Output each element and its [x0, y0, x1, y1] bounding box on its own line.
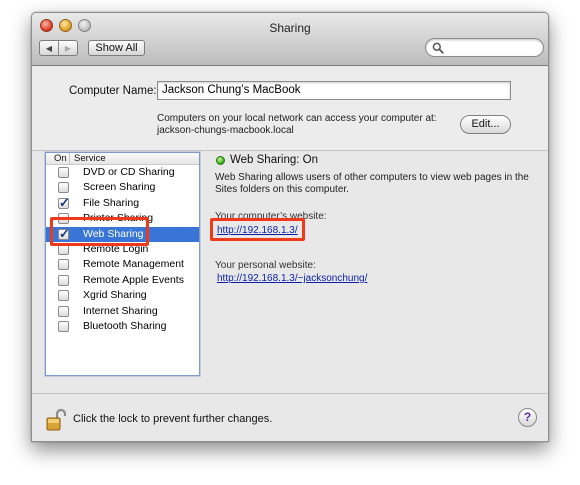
- highlight-website-link: [210, 218, 305, 241]
- service-row[interactable]: Remote Management: [46, 257, 199, 272]
- service-row[interactable]: Screen Sharing: [46, 180, 199, 195]
- service-label: DVD or CD Sharing: [83, 166, 175, 178]
- column-header-service[interactable]: Service: [70, 153, 106, 164]
- lock-open-icon[interactable]: [46, 408, 66, 432]
- back-forward-group: ◀ ▶: [39, 40, 78, 56]
- service-list[interactable]: On Service DVD or CD Sharing Screen Shari…: [45, 152, 200, 376]
- computer-name-field[interactable]: Jackson Chung’s MacBook: [157, 81, 511, 100]
- service-label: Remote Apple Events: [83, 273, 184, 286]
- computer-name-section: Computer Name: Jackson Chung’s MacBook C…: [32, 67, 548, 151]
- network-info-text: Computers on your local network can acce…: [157, 113, 437, 124]
- show-all-button[interactable]: Show All: [88, 40, 145, 56]
- service-checkbox[interactable]: [58, 182, 69, 194]
- local-hostname: jackson-chungs-macbook.local: [157, 125, 294, 136]
- service-description: Web Sharing allows users of other comput…: [215, 172, 529, 195]
- service-label: Xgrid Sharing: [83, 289, 147, 302]
- chevron-right-icon: ▶: [64, 43, 72, 53]
- service-checkbox[interactable]: [58, 274, 69, 286]
- back-button[interactable]: ◀: [40, 41, 58, 55]
- window-title: Sharing: [269, 21, 311, 35]
- status-indicator-icon: [216, 156, 225, 165]
- service-row[interactable]: DVD or CD Sharing: [46, 165, 199, 180]
- titlebar: Sharing ◀ ▶ Show All: [32, 13, 548, 66]
- service-row[interactable]: File Sharing: [46, 195, 199, 211]
- highlight-web-sharing: [50, 217, 149, 246]
- service-status: Web Sharing: On: [230, 154, 319, 166]
- help-button[interactable]: ?: [518, 408, 537, 427]
- service-row[interactable]: Remote Apple Events: [46, 273, 199, 288]
- service-checkbox[interactable]: [58, 167, 69, 178]
- service-label: File Sharing: [83, 196, 140, 209]
- service-checkbox[interactable]: [58, 320, 69, 332]
- sharing-main: On Service DVD or CD Sharing Screen Shari…: [32, 152, 548, 394]
- service-label: Internet Sharing: [83, 304, 158, 317]
- service-rows: DVD or CD Sharing Screen Sharing File Shar…: [46, 165, 199, 334]
- service-checkbox[interactable]: [58, 259, 69, 271]
- personal-website-link[interactable]: http://192.168.1.3/~jacksonchung/: [217, 273, 367, 284]
- search-icon: [432, 42, 444, 54]
- list-header: On Service: [46, 153, 199, 165]
- service-label: Bluetooth Sharing: [83, 319, 167, 332]
- service-label: Remote Management: [83, 258, 184, 271]
- service-row[interactable]: Xgrid Sharing: [46, 288, 199, 303]
- service-checkbox[interactable]: [58, 290, 69, 302]
- service-checkbox[interactable]: [58, 305, 69, 317]
- footer: Click the lock to prevent further change…: [32, 395, 548, 441]
- service-row[interactable]: Bluetooth Sharing: [46, 319, 199, 334]
- personal-website-label: Your personal website:: [215, 260, 316, 271]
- forward-button[interactable]: ▶: [58, 41, 77, 55]
- computer-name-label: Computer Name:: [69, 85, 157, 97]
- service-checkbox[interactable]: [58, 195, 70, 211]
- column-header-on[interactable]: On: [46, 153, 70, 164]
- lock-message: Click the lock to prevent further change…: [73, 413, 273, 425]
- edit-button[interactable]: Edit...: [460, 115, 511, 134]
- service-row[interactable]: Internet Sharing: [46, 304, 199, 319]
- chevron-left-icon: ◀: [45, 43, 53, 53]
- service-label: Screen Sharing: [83, 181, 156, 194]
